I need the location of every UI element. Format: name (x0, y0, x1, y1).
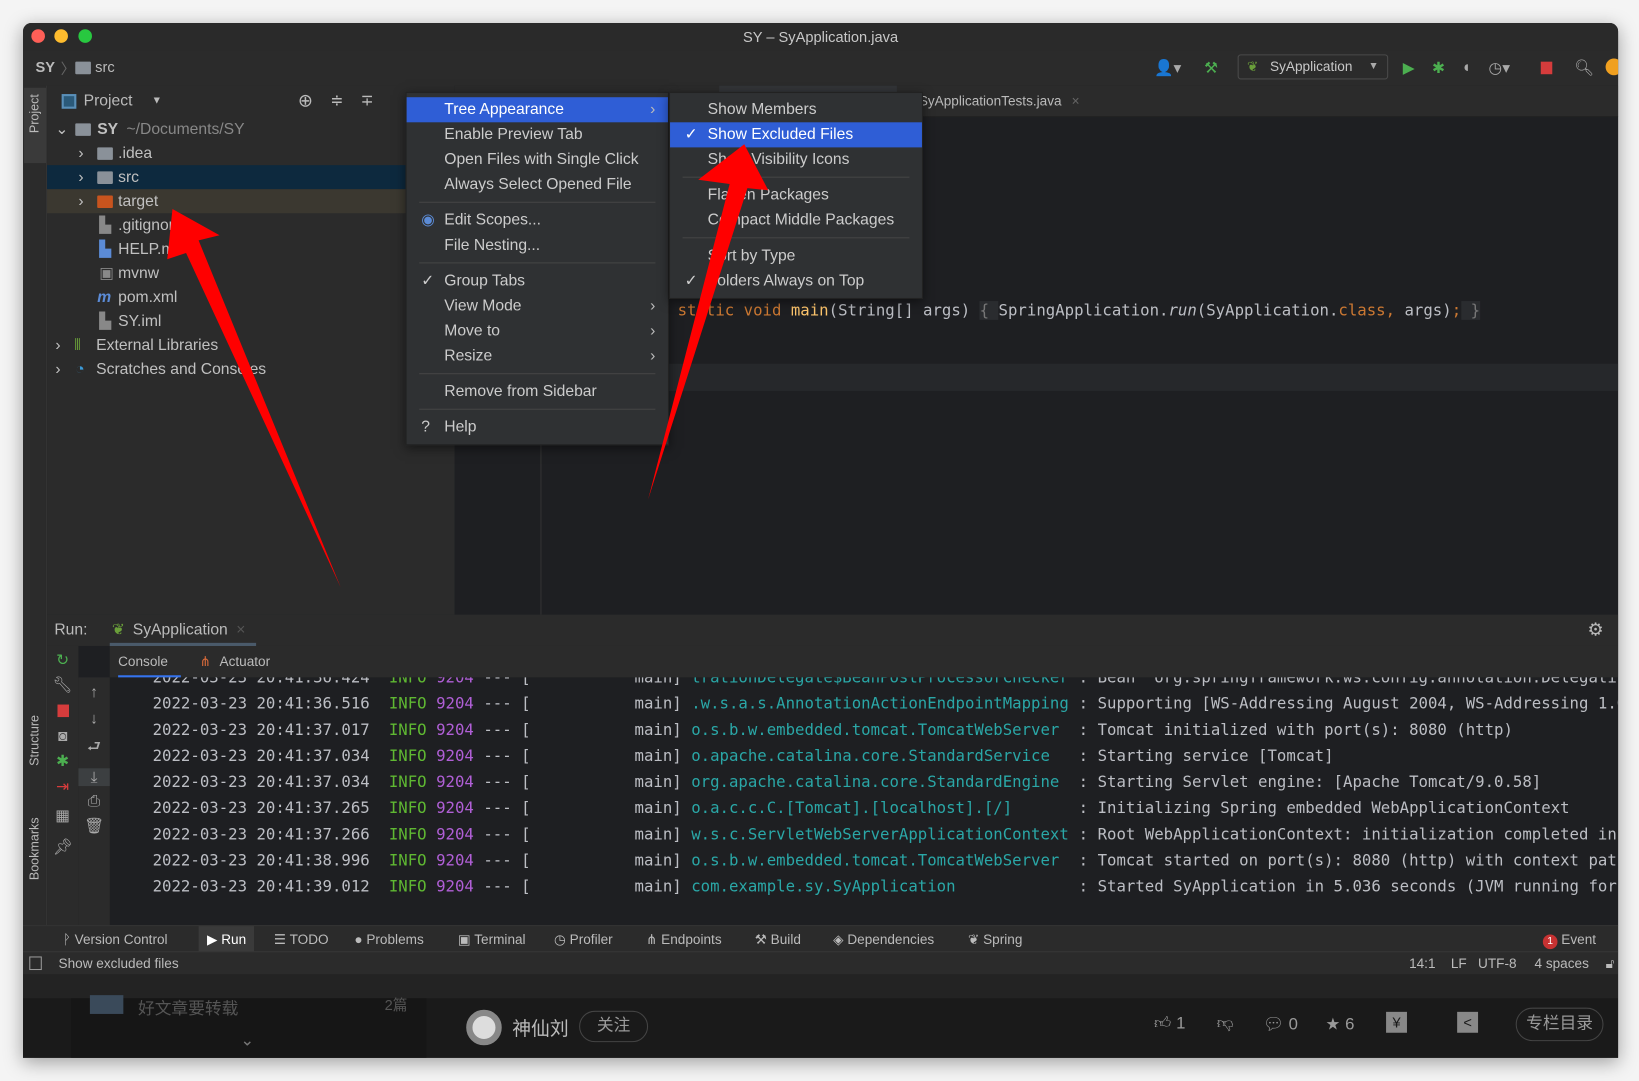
red-arrow-right (648, 144, 769, 500)
annotation-arrows (167, 144, 769, 588)
red-arrow-left (167, 209, 341, 588)
